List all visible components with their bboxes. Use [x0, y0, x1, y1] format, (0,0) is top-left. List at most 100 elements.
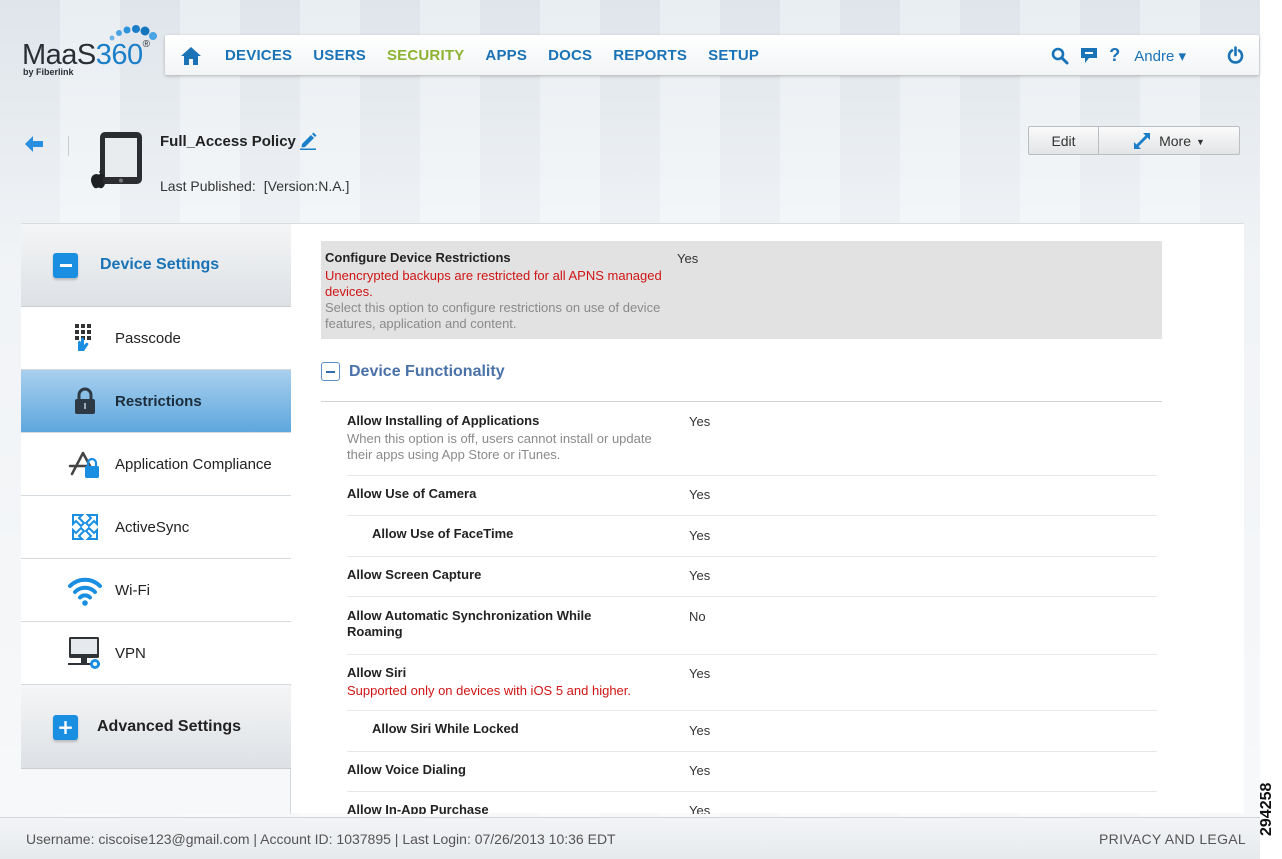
nav-devices[interactable]: DEVICES [225, 47, 292, 64]
sidebar-item-passcode[interactable]: Passcode [21, 307, 291, 370]
setting-value[interactable]: Yes [689, 568, 710, 583]
back-arrow-icon[interactable] [24, 135, 44, 153]
setting-title: Allow Screen Capture [347, 567, 482, 582]
right-margin [1260, 0, 1282, 859]
logo-tagline: by Fiberlink [23, 67, 74, 77]
setting-value[interactable]: Yes [689, 723, 710, 738]
policy-title: Full_Access Policy [160, 133, 296, 150]
setting-value[interactable]: No [689, 609, 706, 624]
more-button[interactable]: More ▼ [1099, 126, 1240, 155]
sidebar-item-wifi[interactable]: Wi-Fi [21, 559, 291, 622]
last-published-label: Last Published: [160, 178, 256, 194]
keypad-icon [65, 323, 105, 353]
list-item: Allow Use of Camera Yes [347, 476, 1157, 516]
expand-arrows-icon [1134, 132, 1151, 149]
configure-title: Configure Device Restrictions [325, 250, 511, 265]
device-settings-label: Device Settings [100, 256, 220, 273]
device-settings-section[interactable]: Device Settings [21, 224, 291, 307]
collapse-icon [53, 252, 78, 278]
expand-icon: + [53, 714, 78, 740]
chevron-down-icon: ▼ [1195, 136, 1205, 147]
last-published-value: [Version:N.A.] [263, 178, 350, 194]
sync-icon [65, 512, 105, 542]
sidebar-item-label: Passcode [115, 329, 181, 347]
setting-value[interactable]: Yes [689, 666, 710, 681]
footer-bar: Username: ciscoise123@gmail.com | Accoun… [0, 817, 1260, 859]
setting-title: Allow Installing of Applications [347, 413, 540, 428]
advanced-settings-label: Advanced Settings [97, 718, 242, 735]
advanced-settings-section[interactable]: + Advanced Settings [21, 686, 291, 769]
help-icon[interactable]: ? [1109, 45, 1120, 66]
home-icon[interactable] [180, 46, 202, 66]
list-item: Allow Siri While Locked Yes [347, 711, 1157, 752]
nav-tools: ? Andre ▾ [1041, 45, 1245, 66]
list-item: Allow Siri Supported only on devices wit… [347, 655, 1157, 711]
setting-value[interactable]: Yes [689, 528, 710, 543]
setting-value[interactable]: Yes [689, 487, 710, 502]
setting-title: Allow Use of Camera [347, 486, 477, 501]
last-published: Last Published: [Version:N.A.] [160, 178, 349, 194]
setting-value[interactable]: Yes [689, 763, 710, 778]
maas360-logo[interactable]: MaaS360® by Fiberlink [22, 24, 157, 84]
device-functionality-toggle[interactable]: Device Functionality [321, 362, 505, 381]
sidebar-item-label: ActiveSync [115, 518, 190, 536]
sidebar-item-vpn[interactable]: VPN [21, 622, 291, 685]
configure-restrictions-box[interactable]: Configure Device Restrictions Unencrypte… [321, 241, 1162, 339]
restrictions-content: Configure Device Restrictions Unencrypte… [292, 224, 1244, 814]
setting-title: Allow Siri [347, 665, 407, 680]
sidebar-item-label: Wi-Fi [115, 581, 150, 599]
nav-users[interactable]: USERS [313, 47, 366, 64]
sidebar-item-label: VPN [115, 644, 146, 662]
top-nav-bar: DEVICES USERS SECURITY APPS DOCS REPORTS… [165, 35, 1259, 75]
policy-panel: Device Settings Passcode Restrictions Ap… [21, 223, 1244, 814]
more-button-label: More [1159, 132, 1191, 149]
collapse-icon [321, 362, 340, 381]
app-lock-icon [65, 448, 105, 480]
power-icon[interactable] [1226, 46, 1245, 65]
list-item: Allow Voice Dialing Yes [347, 752, 1157, 792]
list-item: Allow Automatic Synchronization While Ro… [347, 597, 1157, 655]
nav-setup[interactable]: SETUP [708, 47, 759, 64]
privacy-legal-link[interactable]: PRIVACY AND LEGAL [1099, 831, 1246, 847]
user-menu[interactable]: Andre ▾ [1134, 47, 1186, 65]
ios-device-icon [91, 132, 142, 189]
restrictions-list: Allow Installing of Applications When th… [347, 402, 1157, 814]
edit-button[interactable]: Edit [1028, 126, 1099, 155]
settings-sidebar: Device Settings Passcode Restrictions Ap… [21, 224, 291, 814]
configure-description: Select this option to configure restrict… [325, 300, 661, 331]
setting-description: When this option is off, users cannot in… [347, 431, 652, 462]
search-icon[interactable] [1051, 47, 1069, 65]
nav-menu: DEVICES USERS SECURITY APPS DOCS REPORTS… [225, 47, 780, 64]
sidebar-item-label: Restrictions [115, 392, 202, 410]
setting-title: Allow In-App Purchase [347, 802, 489, 814]
list-item: Allow In-App Purchase Yes [347, 792, 1157, 814]
nav-apps[interactable]: APPS [485, 47, 527, 64]
list-item: Allow Screen Capture Yes [347, 557, 1157, 597]
configure-warning: Unencrypted backups are restricted for a… [325, 268, 662, 299]
sidebar-item-application-compliance[interactable]: Application Compliance [21, 433, 291, 496]
nav-docs[interactable]: DOCS [548, 47, 592, 64]
figure-number: 294258 [1258, 782, 1275, 836]
nav-reports[interactable]: REPORTS [613, 47, 687, 64]
chat-icon[interactable] [1079, 46, 1099, 65]
list-item: Allow Use of FaceTime Yes [347, 516, 1157, 557]
sidebar-item-label: Application Compliance [115, 455, 272, 473]
sidebar-item-restrictions[interactable]: Restrictions [21, 370, 291, 433]
sidebar-item-activesync[interactable]: ActiveSync [21, 496, 291, 559]
device-functionality-title: Device Functionality [349, 362, 505, 380]
setting-value[interactable]: Yes [689, 414, 710, 429]
configure-value[interactable]: Yes [677, 251, 698, 266]
setting-title: Allow Automatic Synchronization While Ro… [347, 608, 592, 639]
setting-value[interactable]: Yes [689, 803, 710, 814]
header-divider [68, 136, 69, 156]
setting-title: Allow Siri While Locked [372, 721, 519, 736]
pencil-edit-icon[interactable] [299, 131, 318, 150]
account-info: Username: ciscoise123@gmail.com | Accoun… [26, 831, 616, 847]
setting-note: Supported only on devices with iOS 5 and… [347, 683, 632, 698]
setting-title: Allow Use of FaceTime [372, 526, 514, 541]
setting-title: Allow Voice Dialing [347, 762, 466, 777]
lock-icon [65, 387, 105, 415]
wifi-icon [65, 574, 105, 606]
nav-security[interactable]: SECURITY [387, 47, 464, 64]
vpn-icon [65, 635, 105, 671]
